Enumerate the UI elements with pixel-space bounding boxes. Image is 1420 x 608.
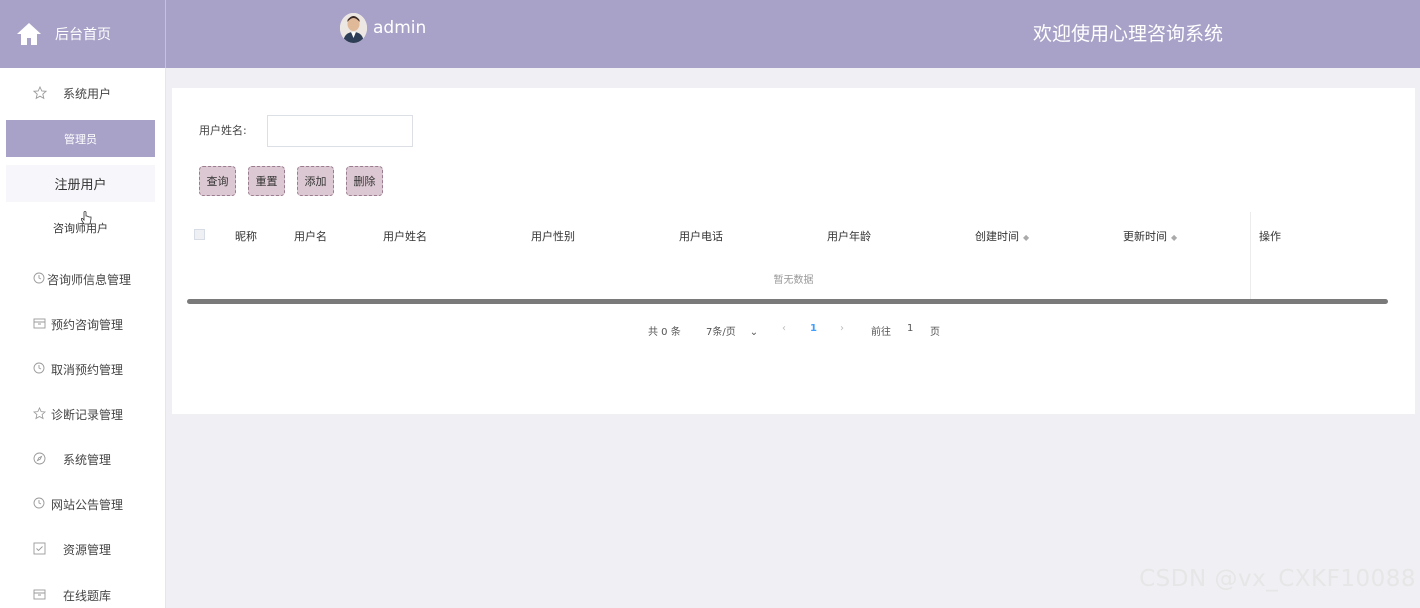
sidebar-item-label: 资源管理 [63,542,112,557]
box-icon [33,588,47,602]
sidebar-item-label: 咨询师信息管理 [47,272,132,287]
column-header-full-name: 用户姓名 [383,230,427,243]
sidebar-item-label: 系统管理 [63,452,112,467]
column-header-nickname: 昵称 [235,230,257,243]
home-link[interactable]: 后台首页 [0,0,166,68]
sidebar-item-diagnosis-records[interactable]: 诊断记录管理 [0,399,166,429]
username-search-input[interactable] [267,115,413,147]
page-unit-label: 页 [930,327,940,338]
column-header-created-time[interactable]: 创建时间 ◆ [975,228,1029,244]
sidebar-item-label: 网站公告管理 [51,497,124,512]
reset-button[interactable]: 重置 [248,166,285,196]
main-panel: 用户姓名: 查询 重置 添加 删除 昵称 用户名 用户姓名 用户性别 用户电话 … [172,88,1415,414]
search-label: 用户姓名: [199,124,247,137]
watermark: CSDN @vx_CXKF10088 [1139,566,1416,592]
column-header-label: 更新时间 [1123,230,1167,243]
column-header-label: 创建时间 [975,230,1019,243]
sidebar-sub-admin[interactable]: 管理员 [6,120,155,157]
column-header-actions: 操作 [1259,230,1281,243]
sidebar-item-appointments[interactable]: 预约咨询管理 [0,309,166,339]
user-menu[interactable]: admin [340,13,426,43]
sidebar-item-resources[interactable]: 资源管理 [0,534,166,564]
sidebar-item-label: 取消预约管理 [51,362,124,377]
welcome-title: 欢迎使用心理咨询系统 [1032,23,1223,45]
delete-button[interactable]: 删除 [346,166,383,196]
sidebar-item-system-management[interactable]: 系统管理 [0,444,166,474]
clock-icon [33,272,47,286]
sidebar: 系统用户 管理员 注册用户 咨询师用户 咨询师信息管理 预约咨询管理 取消预约管… [0,68,166,608]
sidebar-item-label: 系统用户 [63,86,112,101]
clock-icon [33,497,47,511]
top-header: 后台首页 admin 欢迎使用心理咨询系统 [0,0,1420,68]
column-header-updated-time[interactable]: 更新时间 ◆ [1123,228,1177,244]
prev-page-icon[interactable]: ‹ [782,323,786,334]
page-size-select[interactable]: 7条/页 ⌄ [706,323,758,338]
goto-label: 前往 [871,327,891,338]
box-icon [33,317,47,331]
hand-cursor-icon [80,211,92,231]
home-label: 后台首页 [55,27,111,43]
sidebar-item-label: 诊断记录管理 [51,407,124,422]
sidebar-item-label: 预约咨询管理 [51,317,124,332]
sidebar-item-label: 在线题库 [63,588,112,603]
avatar [340,13,367,43]
column-header-gender: 用户性别 [531,230,575,243]
goto-page-input[interactable]: 1 [907,323,913,334]
checkbox-icon [33,542,47,556]
current-page-number[interactable]: 1 [810,323,817,334]
empty-table-text: 暂无数据 [773,275,814,286]
pagination-total: 共 0 条 [648,327,681,338]
column-header-age: 用户年龄 [827,230,871,243]
fixed-column-divider [1250,212,1251,300]
page-size-value: 7条/页 [706,327,736,338]
sidebar-item-cancel-appointments[interactable]: 取消预约管理 [0,354,166,384]
star-icon [32,85,48,100]
sort-icon[interactable]: ◆ [1171,233,1177,242]
sort-icon[interactable]: ◆ [1023,233,1029,242]
next-page-icon[interactable]: › [840,323,844,334]
sidebar-item-question-bank[interactable]: 在线题库 [0,580,166,608]
home-icon [15,21,43,47]
horizontal-scrollbar[interactable] [187,299,1388,304]
add-button[interactable]: 添加 [297,166,334,196]
admin-name: admin [373,18,427,38]
query-button[interactable]: 查询 [199,166,236,196]
sidebar-item-announcements[interactable]: 网站公告管理 [0,489,166,519]
sidebar-item-counselor-info[interactable]: 咨询师信息管理 [0,264,166,294]
star-icon [32,406,47,421]
clock-icon [33,362,47,376]
chevron-down-icon: ⌄ [749,327,759,338]
column-header-username: 用户名 [294,230,327,243]
select-all-checkbox[interactable] [194,229,205,240]
column-header-phone: 用户电话 [679,230,723,243]
sidebar-item-system-users[interactable]: 系统用户 [0,78,166,108]
sidebar-sub-registered-users[interactable]: 注册用户 [6,165,155,202]
compass-icon [33,452,47,466]
